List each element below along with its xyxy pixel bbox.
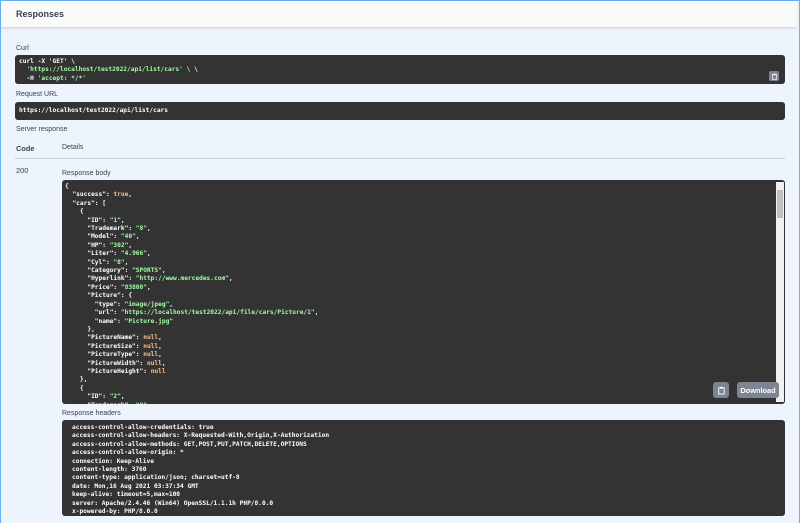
response-body-line: "Trademark": "8", — [65, 402, 150, 404]
response-headers-block[interactable]: access-control-allow-credentials: true a… — [62, 420, 785, 516]
code-column-header: Code — [16, 144, 35, 153]
response-header-line: keep-alive: timeout=5,max=100 — [72, 491, 181, 499]
response-body-line: "success": true, — [65, 191, 133, 199]
curl-label: Curl — [16, 45, 29, 52]
responses-header: Responses — [1, 1, 797, 28]
response-body-label: Response body — [62, 170, 111, 177]
response-body-line: "PictureWidth": null, — [65, 359, 166, 367]
response-body-line: { — [65, 208, 84, 216]
curl-line-1: curl -X 'GET' \ — [19, 58, 75, 65]
request-url-value: https://localhost/test2022/api/list/cars — [19, 107, 169, 114]
response-body-line: "Price": "83800", — [65, 283, 151, 291]
response-header-line: server: Apache/2.4.46 (Win64) OpenSSL/1.… — [72, 499, 274, 507]
request-url-label: Request URL — [16, 91, 59, 98]
response-body-line: "Cyl": "8", — [65, 258, 129, 266]
response-body-line: "Trademark": "8", — [65, 225, 151, 233]
responses-title: Responses — [16, 9, 65, 19]
curl-code-block[interactable]: curl -X 'GET' \ 'https://localhost/test2… — [15, 55, 785, 84]
response-body-line: "Liter": "4.966", — [65, 250, 151, 258]
response-headers-label: Response headers — [62, 410, 121, 417]
response-headers-content: access-control-allow-credentials: true a… — [62, 420, 785, 516]
response-header-line: access-control-allow-methods: GET,POST,P… — [72, 440, 307, 448]
details-column-header: Details — [62, 144, 84, 151]
response-header-line: x-powered-by: PHP/8.0.0 — [72, 508, 158, 516]
response-header-line: access-control-allow-credentials: true — [72, 424, 214, 431]
response-body-line: "PictureType": null, — [65, 351, 162, 359]
response-body-line: "Picture": { — [65, 292, 133, 300]
clipboard-icon — [771, 73, 777, 80]
response-body-line: "ID": "1", — [65, 216, 125, 224]
clipboard-icon — [717, 386, 725, 395]
download-button[interactable]: Download — [737, 382, 779, 398]
response-header-line: connection: Keep-Alive — [72, 457, 154, 465]
response-body-line: "url": "https://localhost/test2022/api/f… — [65, 309, 319, 317]
response-body-line: "cars": [ — [65, 199, 106, 207]
response-body-line: { — [65, 183, 69, 190]
response-header-line: date: Mon,16 Aug 2021 03:37:34 GMT — [72, 482, 199, 490]
response-body-content: { "success": true, "cars": [ { "ID": "1"… — [62, 180, 785, 404]
response-body-line: "HP": "302", — [65, 241, 133, 249]
curl-line-2: 'https://localhost/test2022/api/list/car… — [26, 66, 191, 74]
response-body-line: "name": "Picture.jpg" — [65, 317, 174, 325]
response-body-block[interactable]: { "success": true, "cars": [ { "ID": "1"… — [62, 180, 785, 404]
request-url-block[interactable]: https://localhost/test2022/api/list/cars — [15, 102, 785, 120]
server-response-label: Server response — [16, 126, 68, 133]
response-header-line: access-control-allow-origin: * — [72, 449, 184, 457]
copy-response-button[interactable] — [713, 382, 729, 398]
response-body-line: }, — [65, 325, 95, 333]
response-body-line: "PictureHeight": null — [65, 367, 166, 375]
response-body-line: { — [65, 384, 84, 392]
response-body-line: "Hyperlink": "http://www.mercedes.com", — [65, 275, 233, 283]
response-body-line: "type": "image/jpeg", — [65, 300, 174, 308]
response-body-line: "Model": "40", — [65, 233, 140, 241]
response-body-line: "ID": "2", — [65, 393, 125, 401]
status-code: 200 — [16, 166, 29, 175]
response-body-line: "PictureSize": null, — [65, 342, 162, 350]
response-header-line: access-control-allow-headers: X-Requeste… — [72, 432, 330, 440]
copy-curl-button[interactable] — [769, 71, 779, 81]
response-body-line: }, — [65, 376, 88, 384]
table-divider — [15, 158, 785, 159]
scrollbar-thumb[interactable] — [777, 190, 783, 218]
response-header-line: content-length: 3760 — [72, 466, 147, 474]
response-header-line: content-type: application/json; charset=… — [72, 474, 240, 482]
response-body-scrollbar[interactable] — [776, 182, 784, 402]
curl-line-3: -H 'accept: */*' — [26, 74, 87, 82]
response-body-line: "PictureName": null, — [65, 334, 162, 342]
response-body-line: "Category": "SPORTS", — [65, 267, 166, 275]
